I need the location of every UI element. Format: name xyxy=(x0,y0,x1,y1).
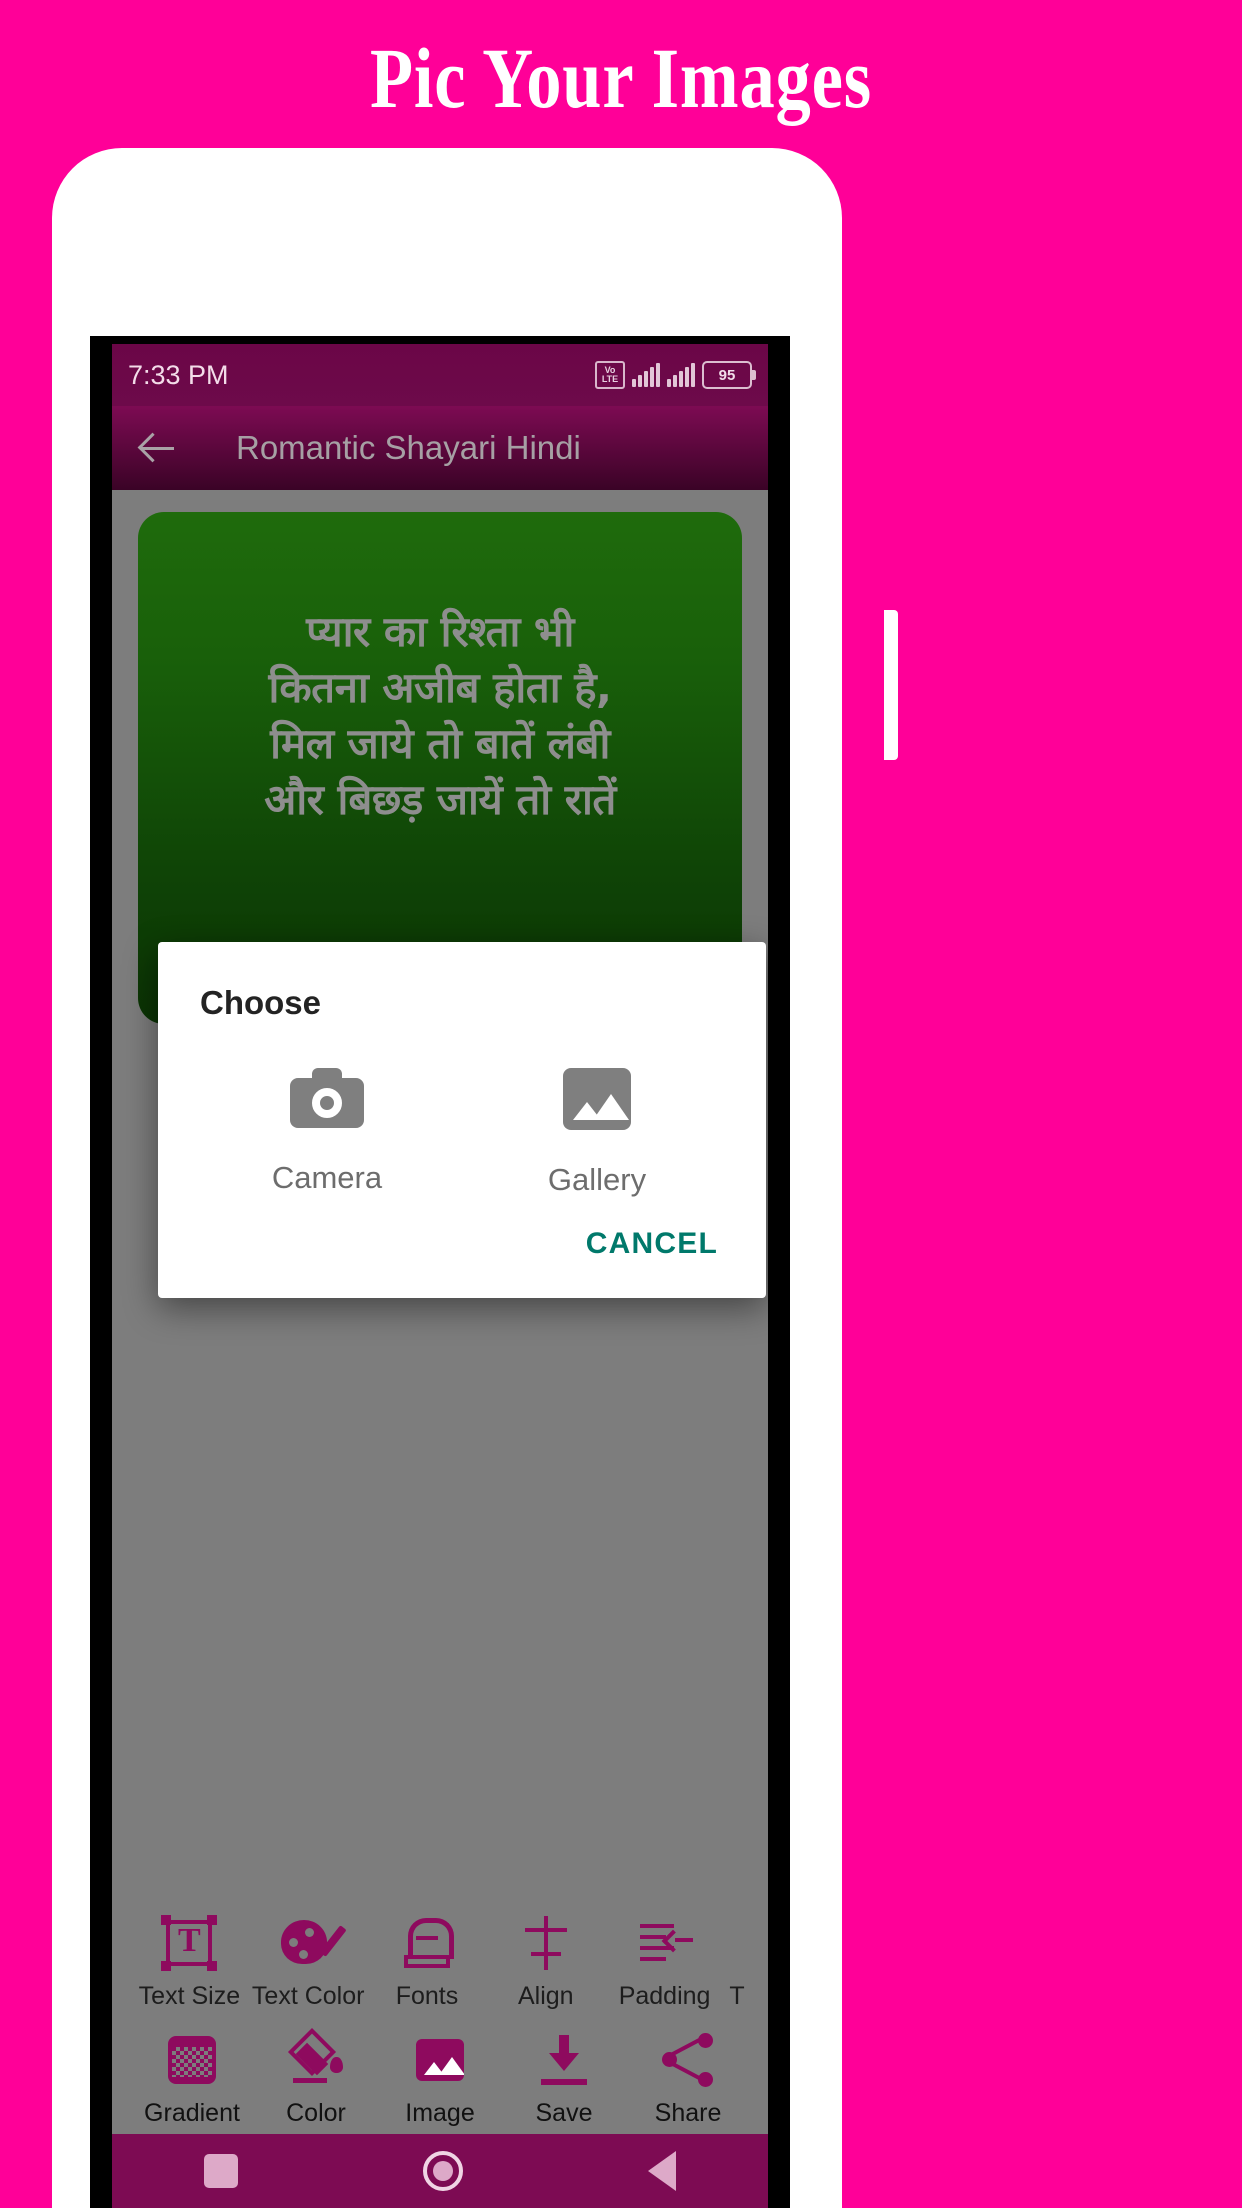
gallery-option-label: Gallery xyxy=(547,1162,647,1197)
tool-padding[interactable]: Padding xyxy=(605,1914,724,2011)
tool-save[interactable]: Save xyxy=(502,2031,626,2128)
circle-icon[interactable] xyxy=(422,2151,463,2191)
page-title: Romantic Shayari Hindi xyxy=(236,429,581,466)
padding-icon xyxy=(636,1914,694,1972)
tool-share[interactable]: Share xyxy=(626,2031,750,2128)
tool-text-size[interactable]: T Text Size xyxy=(130,1914,249,2011)
shayari-line: प्यार का रिश्ता भी xyxy=(306,607,574,656)
editor-toolbar: T Text Size Text Color Fonts Align Paddi… xyxy=(112,1890,768,2134)
signal-bars-sim1-icon xyxy=(632,363,660,387)
download-icon xyxy=(535,2031,593,2089)
tool-label: Text Color xyxy=(251,1982,365,2010)
shayari-line: मिल जाये तो बातें लंबी xyxy=(270,718,610,768)
tool-image[interactable]: Image xyxy=(378,2031,502,2128)
android-navigation-bar xyxy=(112,2134,768,2208)
tool-label: Fonts xyxy=(395,1982,459,2010)
status-time: 7:33 PM xyxy=(128,359,229,390)
tool-label: Image xyxy=(405,2099,475,2127)
tool-label: T xyxy=(729,1982,745,2010)
gradient-icon xyxy=(163,2031,221,2089)
arrow-left-icon[interactable] xyxy=(138,427,180,469)
app-bar: Romantic Shayari Hindi xyxy=(112,406,768,490)
camera-option-label: Camera xyxy=(271,1160,383,1195)
battery-percent: 95 xyxy=(718,366,736,384)
shayari-text: प्यार का रिश्ता भी कितना अजीब होता है, म… xyxy=(138,604,742,827)
tool-overflow-cut[interactable]: T xyxy=(724,1914,750,2011)
tool-label: Gradient xyxy=(144,2099,240,2127)
editor-canvas-area: प्यार का रिश्ता भी कितना अजीब होता है, म… xyxy=(112,490,768,1930)
tool-label: Text Size xyxy=(138,1982,241,2010)
shayari-line: कितना अजीब होता है, xyxy=(268,662,613,712)
fonts-icon xyxy=(398,1914,456,1972)
tool-label: Share xyxy=(654,2099,722,2127)
dialog-title: Choose xyxy=(200,984,322,1021)
battery-icon: 95 xyxy=(702,361,756,389)
triangle-back-icon[interactable] xyxy=(647,2151,676,2191)
fill-color-icon xyxy=(287,2027,345,2089)
promo-title: Pic Your Images xyxy=(370,30,872,126)
toolbar-row-1: T Text Size Text Color Fonts Align Paddi… xyxy=(112,1900,768,2017)
phone-side-button-right xyxy=(884,610,898,760)
cancel-button[interactable]: CANCEL xyxy=(580,1226,724,1262)
volte-label-bottom: LTE xyxy=(601,374,619,384)
tool-color[interactable]: Color xyxy=(254,2027,378,2128)
tool-label: Color xyxy=(286,2099,346,2127)
tool-label: Save xyxy=(535,2099,593,2127)
tool-gradient[interactable]: Gradient xyxy=(130,2031,254,2128)
toolbar-row-2: Gradient Color Image Save Share xyxy=(112,2017,768,2134)
cut-off-icon xyxy=(708,1914,766,1972)
gallery-option[interactable]: Gallery xyxy=(492,1068,702,1198)
text-size-icon: T xyxy=(160,1914,218,1972)
tool-label: Align xyxy=(517,1982,574,2010)
image-icon xyxy=(563,1068,631,1130)
signal-bars-sim2-icon xyxy=(667,363,695,387)
share-icon xyxy=(659,2031,717,2089)
choose-source-dialog: Choose Camera Gallery CANCEL xyxy=(158,942,766,1298)
shayari-line: और बिछड़ जायें तो रातें xyxy=(264,774,616,824)
camera-option[interactable]: Camera xyxy=(222,1068,432,1196)
camera-icon xyxy=(290,1068,364,1128)
align-icon xyxy=(517,1914,575,1972)
tool-align[interactable]: Align xyxy=(486,1914,605,2011)
phone-screen: 7:33 PM Vo LTE 95 Romantic Shayari Hindi… xyxy=(90,336,790,2208)
status-bar: 7:33 PM Vo LTE 95 xyxy=(112,344,768,406)
square-icon[interactable] xyxy=(204,2154,239,2188)
tool-fonts[interactable]: Fonts xyxy=(368,1914,487,2011)
volte-icon: Vo LTE xyxy=(595,361,625,389)
tool-text-color[interactable]: Text Color xyxy=(249,1914,368,2011)
image-icon xyxy=(411,2031,469,2089)
tool-label: Padding xyxy=(618,1982,711,2010)
palette-icon xyxy=(279,1914,347,1972)
